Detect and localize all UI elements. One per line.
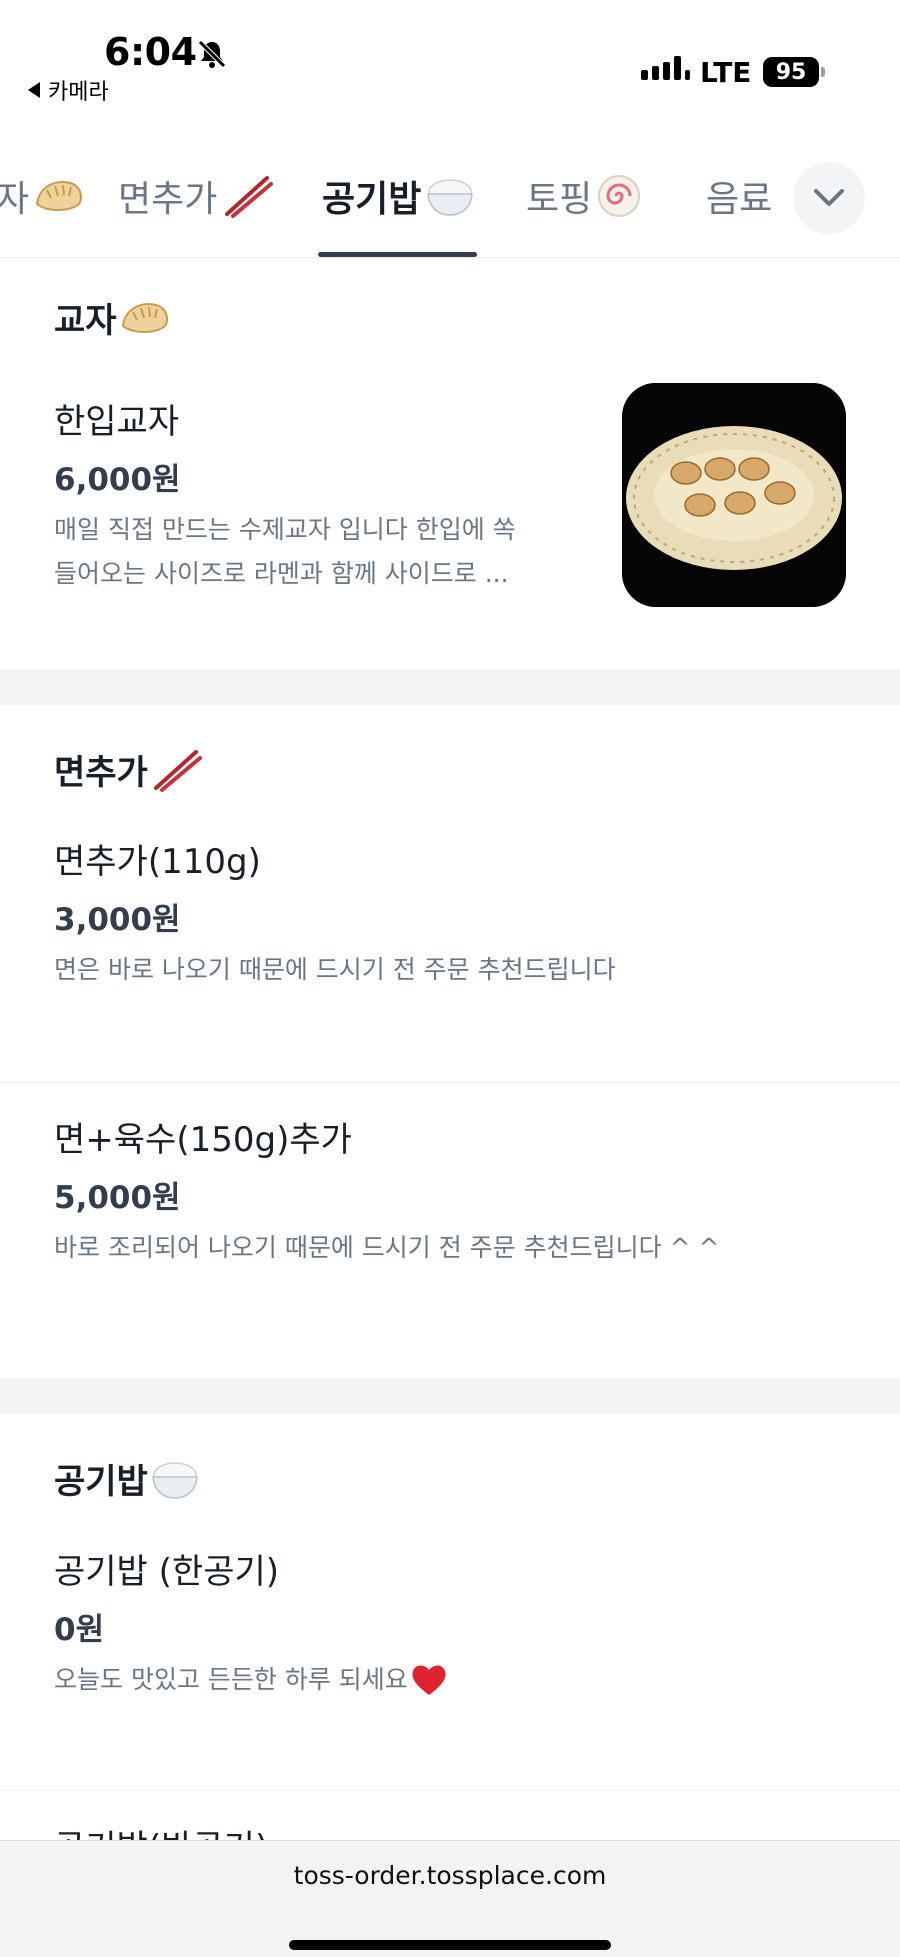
url-bar[interactable]: toss-order.tossplace.com [0,1861,900,1890]
item-photo-gyoza[interactable] [622,383,846,607]
heart-icon [412,1665,446,1695]
tab-label: 자 [0,170,29,222]
category-tabs: 자 면추가 공기밥 토핑 음료 [0,150,900,258]
item-price: 6,000원 [54,462,181,498]
tab-gyoza[interactable]: 자 [0,170,85,222]
menu-item-noodles-broth-150g[interactable]: 면+육수(150g)추가 5,000원 바로 조리되어 나오기 때문에 드시기 … [0,1098,900,1358]
chopsticks-icon [225,176,274,218]
active-tab-indicator [318,252,477,257]
item-description: 매일 직접 만드는 수제교자 입니다 한입에 쏙 들어오는 사이즈로 라멘과 함… [54,515,516,588]
rice-bowl-icon [427,179,474,216]
back-to-camera-link[interactable]: 카메라 [28,74,109,106]
item-price: 5,000원 [54,1180,181,1216]
tab-drinks[interactable]: 음료 [706,170,772,222]
section-title: 면추가 [54,745,202,794]
item-divider [0,1082,900,1083]
dumpling-icon [36,181,83,211]
item-price: 3,000원 [54,902,181,938]
back-arrow-icon [28,82,40,98]
fish-cake-icon [598,175,641,217]
section-gap [0,1378,900,1414]
back-link-label: 카메라 [48,80,109,105]
tab-extra-noodles[interactable]: 면추가 [118,170,274,222]
battery-icon: 95 [763,57,819,87]
item-description: 바로 조리되어 나오기 때문에 드시기 전 주문 추천드립니다 ^ ^ [54,1233,720,1262]
chevron-down-icon [814,189,844,206]
tab-rice[interactable]: 공기밥 [322,170,475,222]
rice-bowl-icon [152,1461,198,1499]
item-divider [0,1790,900,1791]
menu-item-extra-noodles-110g[interactable]: 면추가(110g) 3,000원 면은 바로 나오기 때문에 드시기 전 주문 … [0,820,900,1080]
chopsticks-icon [153,749,202,792]
home-indicator[interactable] [289,1940,611,1950]
section-title: 교자 [54,293,171,342]
item-name: 면+육수(150g)추가 [54,1120,352,1160]
battery-nub [821,67,825,77]
dumpling-icon [121,302,168,333]
section-title: 공기밥 [54,1454,200,1503]
network-type: LTE [700,56,752,89]
tab-label: 음료 [706,179,773,220]
gyoza-plate-image [622,383,846,607]
expand-categories-button[interactable] [793,162,865,234]
battery-level: 95 [775,59,807,85]
item-name: 한입교자 [54,402,180,442]
tab-label: 면추가 [118,179,218,220]
browser-bottom-bar: toss-order.tossplace.com [0,1840,900,1957]
item-description: 면은 바로 나오기 때문에 드시기 전 주문 추천드립니다 [54,955,616,984]
item-name: 공기밥 (한공기) [54,1552,280,1592]
item-price: 0원 [54,1612,105,1648]
tab-label: 공기밥 [322,179,422,220]
item-description: 오늘도 맛있고 든든한 하루 되세요 [54,1658,814,1702]
bell-muted-icon [198,40,226,68]
cellular-signal-icon [641,56,690,80]
section-gap [0,669,900,705]
tab-topping[interactable]: 토핑 [526,170,642,222]
clock-time: 6:04 [104,30,197,74]
status-bar: 6:04 카메라 LTE 95 [0,0,900,120]
menu-item-rice-full[interactable]: 공기밥 (한공기) 0원 오늘도 맛있고 든든한 하루 되세요 [0,1530,900,1780]
tab-label: 토핑 [526,179,593,220]
item-name: 면추가(110g) [54,842,261,882]
